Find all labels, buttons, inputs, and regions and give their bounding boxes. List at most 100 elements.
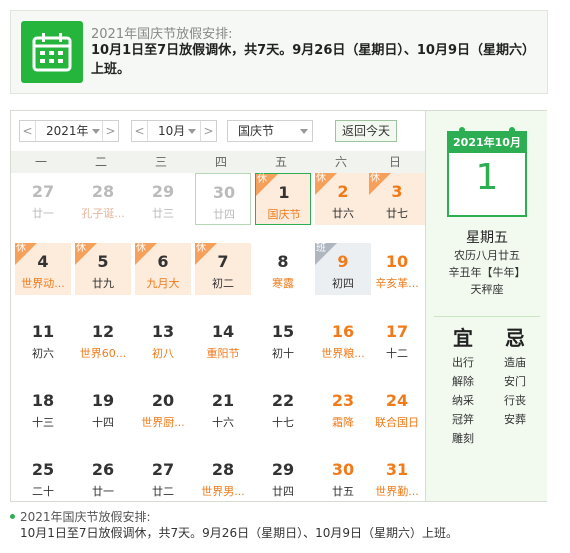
holiday-value: 国庆节 — [238, 124, 275, 138]
day-cell[interactable]: 27 廿一 — [15, 173, 71, 225]
selected-date-card: 2021年10月 1 — [447, 127, 527, 217]
day-cell[interactable]: 14 重阳节 — [195, 313, 251, 365]
day-cell[interactable]: 休 2 廿六 — [315, 173, 371, 225]
day-cell[interactable]: 25 二十 — [15, 451, 71, 503]
lunar-label: 寒露 — [272, 277, 294, 290]
day-cell[interactable]: 11 初六 — [15, 313, 71, 365]
day-cell[interactable]: 休 4 世界动... — [15, 243, 71, 295]
day-cell[interactable]: 12 世界60... — [75, 313, 131, 365]
constellation: 天秤座 — [470, 283, 504, 296]
day-number: 17 — [385, 322, 409, 341]
lunar-label: 廿六 — [332, 207, 354, 220]
day-cell[interactable]: 19 十四 — [75, 382, 131, 434]
notice-title: 2021年国庆节放假安排: — [91, 27, 233, 42]
day-cell[interactable]: 休 5 廿九 — [75, 243, 131, 295]
day-cell[interactable]: 休 3 廿七 — [369, 173, 425, 225]
day-cell[interactable]: 15 初十 — [255, 313, 311, 365]
day-cell[interactable]: 29 廿三 — [135, 173, 191, 225]
ji-item: 行丧 — [504, 394, 526, 407]
day-cell[interactable]: 28 孔子诞... — [75, 173, 131, 225]
month-value: 10月 — [158, 124, 186, 138]
ganzhi-year: 辛丑年【牛年】 — [448, 266, 526, 279]
day-number: 25 — [31, 460, 55, 479]
day-cell[interactable]: 17 十二 — [369, 313, 425, 365]
lunar-label: 十二 — [386, 347, 408, 360]
selected-day: 1 — [475, 157, 499, 198]
month-select[interactable]: < 10月 > — [131, 120, 217, 142]
day-number: 11 — [31, 322, 55, 341]
day-number: 5 — [97, 252, 109, 271]
year-select[interactable]: < 2021年 > — [19, 120, 119, 142]
back-to-today-button[interactable]: 返回今天 — [335, 120, 397, 142]
selected-month: 2021年10月 — [449, 133, 525, 153]
day-cell[interactable]: 28 世界男... — [195, 451, 251, 503]
day-cell[interactable]: 21 十六 — [195, 382, 251, 434]
weekday-label: 四 — [214, 155, 227, 169]
ji-item: 安葬 — [504, 413, 526, 426]
ji-title: 忌 — [505, 326, 525, 350]
day-cell[interactable]: 休 6 九月大 — [135, 243, 191, 295]
day-number: 24 — [385, 391, 409, 410]
day-cell[interactable]: 16 世界粮... — [315, 313, 371, 365]
day-cell[interactable]: 30 廿五 — [315, 451, 371, 503]
day-cell[interactable]: 27 廿二 — [135, 451, 191, 503]
lunar-label: 初四 — [332, 277, 354, 290]
lunar-label: 初八 — [152, 347, 174, 360]
lunar-label: 廿三 — [152, 207, 174, 220]
day-cell[interactable]: 23 霜降 — [315, 382, 371, 434]
day-number: 12 — [91, 322, 115, 341]
weekday-label: 五 — [274, 155, 287, 169]
day-number: 3 — [391, 182, 403, 201]
day-number: 15 — [271, 322, 295, 341]
day-cell[interactable]: 31 世界勤... — [369, 451, 425, 503]
lunar-label: 世界男... — [201, 485, 245, 498]
day-number: 28 — [211, 460, 235, 479]
lunar-label: 廿四 — [272, 485, 294, 498]
lunar-label: 重阳节 — [206, 347, 240, 360]
day-number: 14 — [211, 322, 235, 341]
lunar-label: 廿二 — [152, 485, 174, 498]
lunar-label: 国庆节 — [267, 208, 301, 221]
day-cell[interactable]: 休 1 国庆节 — [255, 173, 311, 225]
lunar-label: 世界粮... — [321, 347, 365, 360]
lunar-label: 十三 — [32, 416, 54, 429]
day-number: 2 — [337, 182, 349, 201]
day-cell[interactable]: 班 9 初四 — [315, 243, 371, 295]
lunar-label: 十七 — [272, 416, 294, 429]
day-cell[interactable]: 22 十七 — [255, 382, 311, 434]
day-cell[interactable]: 26 廿一 — [75, 451, 131, 503]
day-number: 27 — [151, 460, 175, 479]
day-detail-panel: 2021年10月 1 星期五 农历八月廿五 辛丑年【牛年】 天秤座 宜 出行 解… — [425, 111, 547, 501]
day-number: 20 — [151, 391, 175, 410]
day-cell[interactable]: 29 廿四 — [255, 451, 311, 503]
month-next-button[interactable]: > — [200, 121, 216, 141]
lunar-label: 世界60... — [79, 347, 127, 360]
day-number: 16 — [331, 322, 355, 341]
divider — [434, 316, 540, 317]
day-cell[interactable]: 30 廿四 — [195, 173, 251, 225]
day-cell[interactable]: 8 寒露 — [255, 243, 311, 295]
day-cell[interactable]: 10 辛亥革... — [369, 243, 425, 295]
year-next-button[interactable]: > — [102, 121, 118, 141]
day-number: 30 — [212, 183, 236, 202]
year-prev-button[interactable]: < — [20, 121, 36, 141]
chevron-down-icon — [188, 129, 196, 134]
day-cell[interactable]: 18 十三 — [15, 382, 71, 434]
day-cell[interactable]: 24 联合国日 — [369, 382, 425, 434]
weekday-label: 三 — [154, 155, 167, 169]
bullet-icon — [10, 514, 15, 519]
ji-item: 安门 — [504, 375, 526, 388]
holiday-select[interactable]: 国庆节 — [227, 120, 313, 142]
day-cell[interactable]: 13 初八 — [135, 313, 191, 365]
day-cell[interactable]: 休 7 初二 — [195, 243, 251, 295]
notice-body: 10月1日至7日放假调休，共7天。9月26日（星期日）、10月9日（星期六）上班… — [91, 43, 535, 77]
ji-item: 造庙 — [504, 356, 526, 369]
day-number: 4 — [37, 252, 49, 271]
yi-column: 宜 出行 解除 纳采 冠笄 雕刻 — [438, 323, 488, 448]
yi-item: 冠笄 — [452, 413, 474, 426]
weekday-label: 日 — [388, 155, 401, 169]
lunar-label: 辛亥革... — [375, 277, 419, 290]
lunar-label: 九月大 — [146, 277, 180, 290]
month-prev-button[interactable]: < — [132, 121, 148, 141]
day-cell[interactable]: 20 世界厨... — [135, 382, 191, 434]
